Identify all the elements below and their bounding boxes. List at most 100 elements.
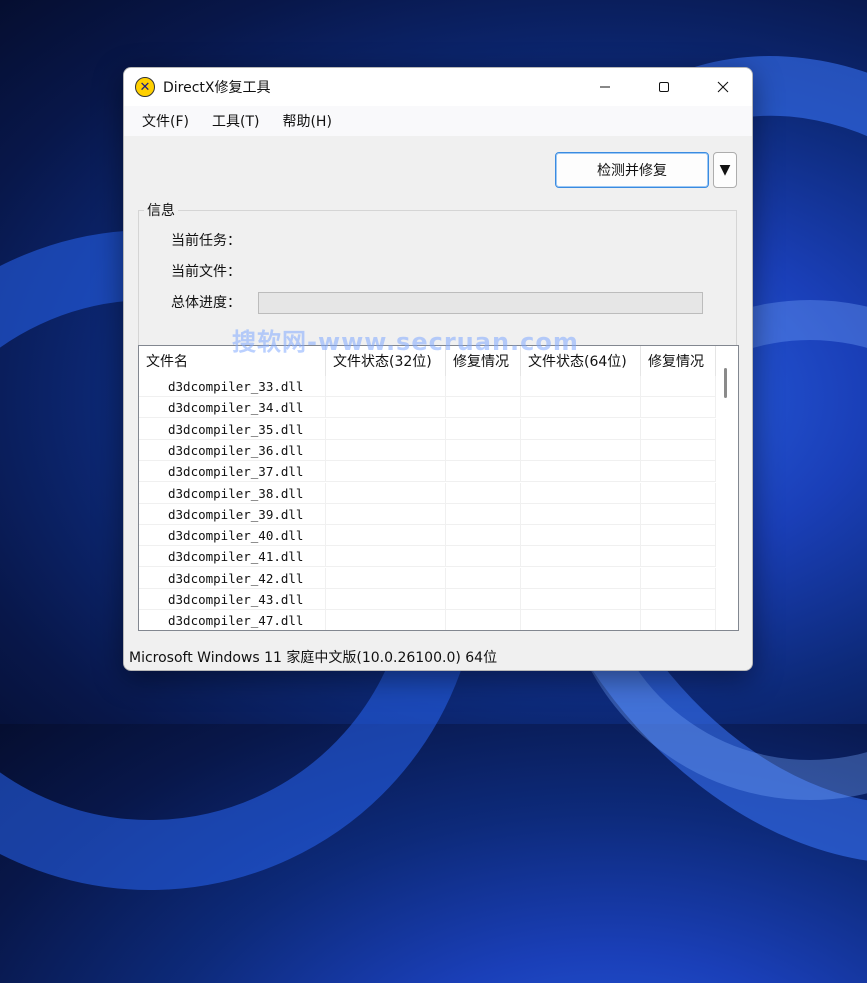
status-bar: Microsoft Windows 11 家庭中文版(10.0.26100.0)… bbox=[124, 644, 752, 670]
fix64-cell bbox=[641, 397, 716, 419]
table-row[interactable]: d3dcompiler_38.dll bbox=[139, 482, 716, 504]
overall-progress-bar bbox=[258, 292, 703, 314]
overall-progress-label: 总体进度： bbox=[171, 295, 241, 311]
table-row[interactable]: d3dcompiler_47.dll bbox=[139, 610, 716, 630]
status32-cell bbox=[326, 525, 446, 547]
file-name-cell: d3dcompiler_38.dll bbox=[139, 482, 326, 504]
fix64-cell bbox=[641, 503, 716, 525]
fix64-cell bbox=[641, 461, 716, 483]
maximize-button[interactable] bbox=[634, 68, 693, 106]
status64-cell bbox=[521, 461, 641, 483]
dropdown-arrow-button[interactable]: ▼ bbox=[713, 152, 737, 188]
fix32-cell bbox=[446, 461, 521, 483]
fix64-cell bbox=[641, 418, 716, 440]
status32-cell bbox=[326, 418, 446, 440]
status64-cell bbox=[521, 376, 641, 397]
file-name-cell: d3dcompiler_37.dll bbox=[139, 461, 326, 483]
status32-cell bbox=[326, 439, 446, 461]
column-header-fix64[interactable]: 修复情况 bbox=[641, 346, 716, 376]
window-controls bbox=[575, 68, 752, 106]
table-row[interactable]: d3dcompiler_41.dll bbox=[139, 546, 716, 568]
fix32-cell bbox=[446, 589, 521, 610]
table-row[interactable]: d3dcompiler_39.dll bbox=[139, 503, 716, 525]
file-list-view[interactable]: 文件名 文件状态(32位) 修复情况 文件状态(64位) 修复情况 d3dcom… bbox=[138, 345, 739, 631]
file-name-cell: d3dcompiler_35.dll bbox=[139, 418, 326, 440]
close-button[interactable] bbox=[693, 68, 752, 106]
menu-bar: 文件(F) 工具(T) 帮助(H) bbox=[124, 106, 752, 136]
file-name-cell: d3dcompiler_43.dll bbox=[139, 589, 326, 610]
status32-cell bbox=[326, 503, 446, 525]
status64-cell bbox=[521, 525, 641, 547]
fix64-cell bbox=[641, 439, 716, 461]
table-row[interactable]: d3dcompiler_33.dll bbox=[139, 376, 716, 397]
status32-cell bbox=[326, 567, 446, 589]
fix32-cell bbox=[446, 482, 521, 504]
status32-cell bbox=[326, 376, 446, 397]
fix64-cell bbox=[641, 610, 716, 630]
directx-repair-window: ✕ DirectX修复工具 文件(F) 工具(T) 帮助(H) 检测并修复 ▼ … bbox=[123, 67, 753, 671]
status64-cell bbox=[521, 503, 641, 525]
fix64-cell bbox=[641, 525, 716, 547]
file-name-cell: d3dcompiler_34.dll bbox=[139, 397, 326, 419]
fix32-cell bbox=[446, 418, 521, 440]
maximize-icon bbox=[658, 82, 669, 92]
fix32-cell bbox=[446, 503, 521, 525]
fix64-cell bbox=[641, 589, 716, 610]
fix64-cell bbox=[641, 482, 716, 504]
title-bar[interactable]: ✕ DirectX修复工具 bbox=[124, 68, 752, 106]
status32-cell bbox=[326, 589, 446, 610]
menu-file[interactable]: 文件(F) bbox=[132, 111, 199, 131]
fix32-cell bbox=[446, 397, 521, 419]
fix32-cell bbox=[446, 525, 521, 547]
file-name-cell: d3dcompiler_40.dll bbox=[139, 525, 326, 547]
menu-help[interactable]: 帮助(H) bbox=[272, 111, 341, 131]
status64-cell bbox=[521, 610, 641, 630]
info-group-title: 信息 bbox=[144, 200, 178, 220]
status64-cell bbox=[521, 482, 641, 504]
close-icon bbox=[717, 81, 728, 93]
fix32-cell bbox=[446, 610, 521, 630]
fix32-cell bbox=[446, 439, 521, 461]
status32-cell bbox=[326, 461, 446, 483]
file-name-cell: d3dcompiler_41.dll bbox=[139, 546, 326, 568]
directx-x-icon: ✕ bbox=[135, 77, 155, 97]
status64-cell bbox=[521, 567, 641, 589]
status32-cell bbox=[326, 397, 446, 419]
fix64-cell bbox=[641, 546, 716, 568]
table-row[interactable]: d3dcompiler_43.dll bbox=[139, 589, 716, 610]
table-row[interactable]: d3dcompiler_37.dll bbox=[139, 461, 716, 483]
status32-cell bbox=[326, 482, 446, 504]
current-file-label: 当前文件： bbox=[171, 264, 241, 280]
current-task-label: 当前任务： bbox=[171, 233, 241, 249]
table-row[interactable]: d3dcompiler_40.dll bbox=[139, 525, 716, 547]
minimize-icon bbox=[599, 86, 610, 88]
table-row[interactable]: d3dcompiler_36.dll bbox=[139, 439, 716, 461]
status32-cell bbox=[326, 546, 446, 568]
watermark-text: 搜软网-www.secruan.com bbox=[232, 328, 579, 356]
status64-cell bbox=[521, 397, 641, 419]
menu-tools[interactable]: 工具(T) bbox=[202, 111, 269, 131]
window-title: DirectX修复工具 bbox=[163, 80, 271, 96]
client-area: 检测并修复 ▼ 信息 当前任务： 当前文件： 总体进度： 文件名 文件状态(32… bbox=[124, 136, 752, 644]
status64-cell bbox=[521, 546, 641, 568]
fix32-cell bbox=[446, 546, 521, 568]
table-row[interactable]: d3dcompiler_42.dll bbox=[139, 567, 716, 589]
detect-and-repair-button[interactable]: 检测并修复 bbox=[555, 152, 709, 188]
status32-cell bbox=[326, 610, 446, 630]
vertical-scrollbar-thumb[interactable] bbox=[724, 368, 727, 398]
file-name-cell: d3dcompiler_42.dll bbox=[139, 567, 326, 589]
file-name-cell: d3dcompiler_33.dll bbox=[139, 376, 326, 397]
status64-cell bbox=[521, 418, 641, 440]
file-name-cell: d3dcompiler_47.dll bbox=[139, 610, 326, 630]
file-name-cell: d3dcompiler_36.dll bbox=[139, 439, 326, 461]
table-row[interactable]: d3dcompiler_34.dll bbox=[139, 397, 716, 419]
status64-cell bbox=[521, 589, 641, 610]
file-name-cell: d3dcompiler_39.dll bbox=[139, 503, 326, 525]
fix32-cell bbox=[446, 567, 521, 589]
table-row[interactable]: d3dcompiler_35.dll bbox=[139, 418, 716, 440]
fix32-cell bbox=[446, 376, 521, 397]
status64-cell bbox=[521, 439, 641, 461]
fix64-cell bbox=[641, 567, 716, 589]
fix64-cell bbox=[641, 376, 716, 397]
minimize-button[interactable] bbox=[575, 68, 634, 106]
